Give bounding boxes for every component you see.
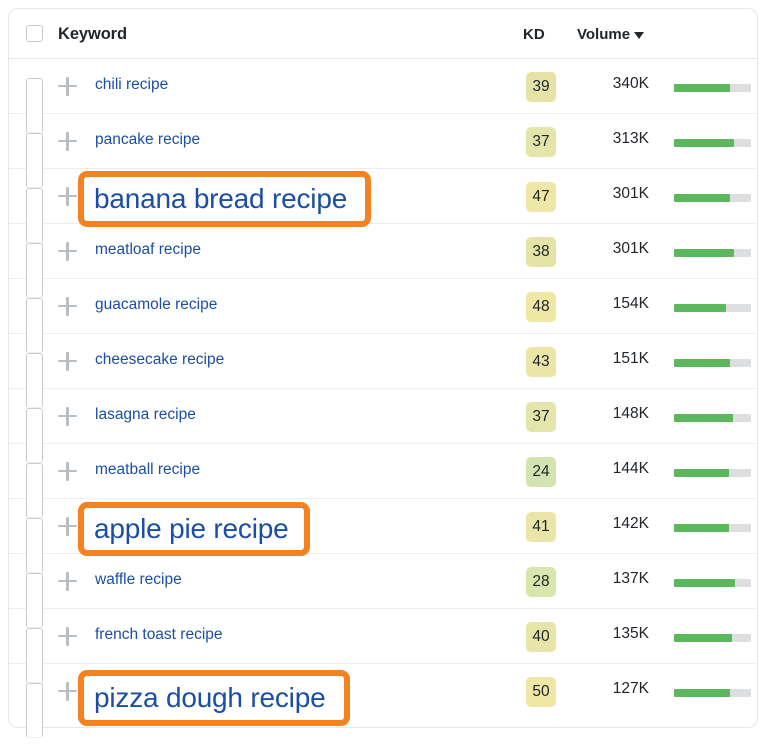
- table-body: chili recipe 39 340K pancake recipe 37 313K ba…: [9, 59, 757, 738]
- volume-bar-track: [674, 689, 751, 697]
- plus-icon[interactable]: [58, 77, 77, 96]
- keyword-link[interactable]: meatball recipe: [95, 461, 200, 479]
- column-header-volume[interactable]: Volume: [577, 26, 645, 43]
- volume-bar-track: [674, 249, 751, 257]
- plus-icon[interactable]: [58, 572, 77, 591]
- volume-bar-fill: [674, 194, 731, 202]
- volume-bar-track: [674, 139, 751, 147]
- keyword-link[interactable]: waffle recipe: [95, 571, 182, 589]
- volume-bar-track: [674, 634, 751, 642]
- highlighted-keyword-callout: pizza dough recipe: [78, 670, 350, 726]
- kd-badge: 43: [526, 347, 556, 377]
- plus-icon[interactable]: [58, 407, 77, 426]
- volume-bar-track: [674, 469, 751, 477]
- table-row: pancake recipe 37 313K: [9, 114, 757, 188]
- keyword-link[interactable]: cheesecake recipe: [95, 351, 224, 369]
- select-all-checkbox[interactable]: [26, 25, 43, 42]
- kd-badge: 24: [526, 457, 556, 487]
- volume-value: 144K: [612, 460, 649, 477]
- volume-value: 154K: [612, 295, 649, 312]
- column-header-keyword[interactable]: Keyword: [58, 25, 127, 44]
- volume-bar-fill: [674, 689, 731, 697]
- keyword-link[interactable]: chili recipe: [95, 76, 168, 94]
- plus-icon[interactable]: [58, 352, 77, 371]
- volume-bar-fill: [674, 579, 735, 587]
- kd-badge: 47: [526, 182, 556, 212]
- table-row: french toast recipe 40 135K: [9, 609, 757, 683]
- plus-icon[interactable]: [58, 187, 77, 206]
- callout-keyword-text[interactable]: pizza dough recipe: [84, 682, 326, 714]
- table-row: meatball recipe 24 144K: [9, 444, 757, 518]
- kd-badge: 41: [526, 512, 556, 542]
- volume-value: 151K: [612, 350, 649, 367]
- volume-value: 142K: [612, 515, 649, 532]
- highlighted-keyword-callout: banana bread recipe: [78, 171, 371, 227]
- table-row: guacamole recipe 48 154K: [9, 279, 757, 353]
- volume-bar-track: [674, 84, 751, 92]
- plus-icon[interactable]: [58, 517, 77, 536]
- keyword-table-card: Keyword KD Volume chili recipe 39 340K panc…: [8, 8, 758, 738]
- kd-badge: 38: [526, 237, 556, 267]
- volume-bar-track: [674, 359, 751, 367]
- volume-value: 127K: [612, 680, 649, 697]
- callout-keyword-text[interactable]: banana bread recipe: [84, 183, 347, 215]
- callout-keyword-text[interactable]: apple pie recipe: [84, 513, 289, 545]
- volume-bar-track: [674, 414, 751, 422]
- volume-value: 148K: [612, 405, 649, 422]
- volume-bar-fill: [674, 469, 730, 477]
- row-select-checkbox[interactable]: [26, 683, 43, 738]
- plus-icon[interactable]: [58, 627, 77, 646]
- keyword-link[interactable]: meatloaf recipe: [95, 241, 201, 259]
- kd-badge: 28: [526, 567, 556, 597]
- table-header-row: Keyword KD Volume: [9, 9, 757, 59]
- volume-bar-fill: [674, 414, 733, 422]
- kd-badge: 40: [526, 622, 556, 652]
- table-row: cheesecake recipe 43 151K: [9, 334, 757, 408]
- volume-value: 301K: [612, 185, 649, 202]
- keyword-link[interactable]: pancake recipe: [95, 131, 200, 149]
- highlighted-keyword-callout: apple pie recipe: [78, 502, 310, 556]
- column-header-kd[interactable]: KD: [523, 26, 545, 43]
- kd-badge: 50: [526, 677, 556, 707]
- caret-down-icon: [634, 32, 645, 39]
- kd-badge: 37: [526, 127, 556, 157]
- plus-icon[interactable]: [58, 297, 77, 316]
- volume-value: 301K: [612, 240, 649, 257]
- plus-icon[interactable]: [58, 132, 77, 151]
- kd-badge: 39: [526, 72, 556, 102]
- volume-value: 340K: [612, 75, 649, 92]
- volume-bar-track: [674, 304, 751, 312]
- volume-bar-fill: [674, 304, 726, 312]
- keyword-link[interactable]: guacamole recipe: [95, 296, 217, 314]
- table-row: meatloaf recipe 38 301K: [9, 224, 757, 298]
- plus-icon[interactable]: [58, 462, 77, 481]
- volume-bar-fill: [674, 249, 735, 257]
- plus-icon[interactable]: [58, 242, 77, 261]
- kd-badge: 48: [526, 292, 556, 322]
- volume-value: 135K: [612, 625, 649, 642]
- table-row: lasagna recipe 37 148K: [9, 389, 757, 463]
- table-row: waffle recipe 28 137K: [9, 554, 757, 628]
- volume-bar-fill: [674, 84, 731, 92]
- keyword-link[interactable]: french toast recipe: [95, 626, 223, 644]
- volume-bar-track: [674, 524, 751, 532]
- volume-bar-track: [674, 579, 751, 587]
- volume-bar-fill: [674, 634, 732, 642]
- volume-bar-track: [674, 194, 751, 202]
- column-header-volume-label: Volume: [577, 26, 631, 43]
- volume-value: 137K: [612, 570, 649, 587]
- volume-bar-fill: [674, 524, 730, 532]
- table-row: chili recipe 39 340K: [9, 59, 757, 133]
- volume-bar-fill: [674, 139, 735, 147]
- kd-badge: 37: [526, 402, 556, 432]
- volume-bar-fill: [674, 359, 731, 367]
- keyword-link[interactable]: lasagna recipe: [95, 406, 196, 424]
- plus-icon[interactable]: [58, 682, 77, 701]
- volume-value: 313K: [612, 130, 649, 147]
